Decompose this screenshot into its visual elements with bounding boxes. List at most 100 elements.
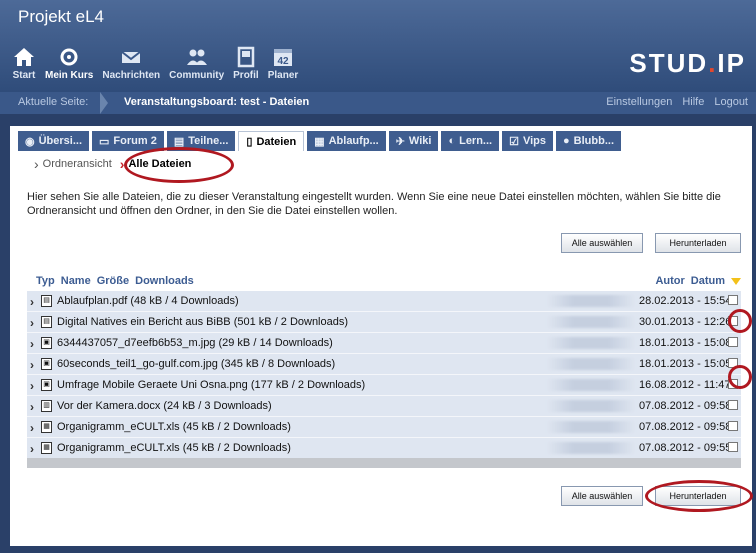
nav-label: Start [12, 70, 36, 81]
tab-label: Lern... [459, 135, 493, 147]
svg-text:42: 42 [277, 56, 289, 67]
expand-icon[interactable]: › [30, 379, 34, 393]
pdf-file-icon: ▤ [41, 316, 52, 328]
col-downloads[interactable]: Downloads [135, 275, 194, 287]
table-row: › ▤ Digital Natives ein Bericht aus BiBB (… [27, 312, 741, 333]
tab-label: Wiki [408, 135, 432, 147]
col-type[interactable]: Typ [36, 275, 55, 287]
expand-icon[interactable]: › [30, 316, 34, 330]
tab-learning[interactable]: ◐ Lern... [441, 131, 500, 151]
logout-link[interactable]: Logout [714, 96, 748, 108]
file-date: 30.01.2013 - 12:26 [639, 316, 732, 328]
row-checkbox[interactable] [728, 442, 738, 452]
col-name[interactable]: Name [61, 275, 91, 287]
breadcrumb-current: Veranstaltungsboard: test - Dateien [124, 96, 310, 108]
file-name[interactable]: Organigramm_eCULT.xls (45 kB / 2 Downloa… [57, 442, 291, 454]
row-checkbox[interactable] [728, 295, 738, 305]
overview-icon: ◉ [25, 135, 35, 148]
table-footer [27, 458, 741, 468]
select-all-button-top[interactable]: Alle auswählen [561, 233, 643, 253]
table-row: › ▥ Vor der Kamera.docx (24 kB / 3 Downloa… [27, 396, 741, 417]
tab-blubber[interactable]: ● Blubb... [556, 131, 621, 151]
nav-label: Profil [233, 70, 259, 81]
folder-view-link[interactable]: › Ordneransicht [34, 157, 112, 171]
sort-desc-icon[interactable] [731, 277, 741, 285]
wiki-icon: ✈ [395, 135, 405, 148]
pdf-file-icon: ▤ [41, 295, 52, 307]
mail-icon [121, 51, 141, 63]
file-name[interactable]: 6344437057_d7eefb6b53_m.jpg (29 kB / 14 … [57, 337, 333, 349]
table-row: › ▦ Organigramm_eCULT.xls (45 kB / 2 Downl… [27, 417, 741, 438]
vips-icon: ☑ [509, 135, 519, 148]
file-name[interactable]: 60seconds_teil1_go-gulf.com.jpg (345 kB … [57, 358, 335, 370]
nav-label: Planer [267, 70, 299, 81]
author-blurred [547, 421, 635, 433]
help-link[interactable]: Hilfe [682, 96, 704, 108]
table-row: › ▣ Umfrage Mobile Geraete Uni Osna.png (1… [27, 375, 741, 396]
col-author[interactable]: Autor [655, 275, 684, 287]
logo-text: Stud [629, 48, 709, 78]
tab-wiki[interactable]: ✈ Wiki [388, 131, 439, 151]
nav-label: Mein Kurs [45, 70, 94, 81]
row-checkbox[interactable] [728, 421, 738, 431]
select-all-button-bottom[interactable]: Alle auswählen [561, 486, 643, 506]
expand-icon[interactable]: › [30, 337, 34, 351]
row-checkbox[interactable] [728, 337, 738, 347]
xls-file-icon: ▦ [41, 421, 52, 433]
tab-vips[interactable]: ☑ Vips [502, 131, 554, 151]
file-name[interactable]: Vor der Kamera.docx (24 kB / 3 Downloads… [57, 400, 272, 412]
tab-schedule[interactable]: ▦ Ablaufp... [307, 131, 386, 151]
file-date: 07.08.2012 - 09:58 [639, 421, 732, 433]
nav-start[interactable]: Start [12, 46, 36, 81]
participants-icon: ▤ [173, 135, 185, 148]
project-title: Projekt eL4 [18, 7, 104, 26]
nav-my-course[interactable]: Mein Kurs [45, 46, 93, 81]
table-row: › ▣ 6344437057_d7eefb6b53_m.jpg (29 kB / 1… [27, 333, 741, 354]
tab-label: Teilne... [188, 135, 229, 147]
doc-file-icon: ▥ [41, 400, 52, 412]
top-header: Projekt eL4 Start Mein Kurs Nachrichten … [0, 0, 756, 92]
tab-files[interactable]: ▯ Dateien [238, 131, 305, 151]
tab-label: Dateien [256, 135, 297, 148]
course-icon [60, 48, 78, 66]
col-date[interactable]: Datum [691, 275, 725, 287]
settings-link[interactable]: Einstellungen [606, 96, 672, 108]
files-table: › ▤ Ablaufplan.pdf (48 kB / 4 Downloads) 28… [27, 291, 741, 459]
image-file-icon: ▣ [41, 358, 52, 370]
breadcrumb-separator [100, 92, 108, 114]
col-size[interactable]: Größe [97, 275, 129, 287]
row-checkbox[interactable] [728, 400, 738, 410]
highlight-ring-checkbox-5 [728, 365, 752, 389]
expand-icon[interactable]: › [30, 442, 34, 456]
file-name[interactable]: Organigramm_eCULT.xls (45 kB / 2 Downloa… [57, 421, 291, 433]
file-name[interactable]: Umfrage Mobile Geraete Uni Osna.png (177… [57, 379, 365, 391]
course-tabs: ◉ Übersi... ▭ Forum 2 ▤ Teilne... ▯ Dateien … [18, 131, 624, 151]
highlight-ring-all-files [124, 147, 234, 183]
file-date: 18.01.2013 - 15:05 [639, 358, 732, 370]
highlight-ring-download [645, 480, 753, 512]
stud-ip-logo[interactable]: Stud.IP [629, 48, 746, 79]
nav-planner[interactable]: 42 Planer [267, 46, 299, 81]
tab-overview[interactable]: ◉ Übersi... [18, 131, 90, 151]
community-icon [186, 49, 207, 65]
main-nav: Start Mein Kurs Nachrichten Community Pr… [12, 46, 307, 81]
nav-community[interactable]: Community [169, 46, 224, 81]
nav-label: Nachrichten [102, 70, 161, 81]
file-name[interactable]: Ablaufplan.pdf (48 kB / 4 Downloads) [57, 295, 239, 307]
table-row: › ▤ Ablaufplan.pdf (48 kB / 4 Downloads) 28… [27, 291, 741, 312]
download-button-top[interactable]: Herunterladen [655, 233, 741, 253]
file-date: 07.08.2012 - 09:58 [639, 400, 732, 412]
author-blurred [547, 379, 635, 391]
nav-profile[interactable]: Profil [233, 46, 259, 81]
expand-icon[interactable]: › [30, 295, 34, 309]
author-blurred [547, 400, 635, 412]
nav-messages[interactable]: Nachrichten [102, 46, 160, 81]
table-row: › ▦ Organigramm_eCULT.xls (45 kB / 2 Downl… [27, 438, 741, 459]
image-file-icon: ▣ [41, 379, 52, 391]
intro-text: Hier sehen Sie alle Dateien, die zu dies… [27, 191, 721, 217]
expand-icon[interactable]: › [30, 358, 34, 372]
expand-icon[interactable]: › [30, 400, 34, 414]
expand-icon[interactable]: › [30, 421, 34, 435]
file-name[interactable]: Digital Natives ein Bericht aus BiBB (50… [57, 316, 348, 328]
file-date: 28.02.2013 - 15:54 [639, 295, 732, 307]
